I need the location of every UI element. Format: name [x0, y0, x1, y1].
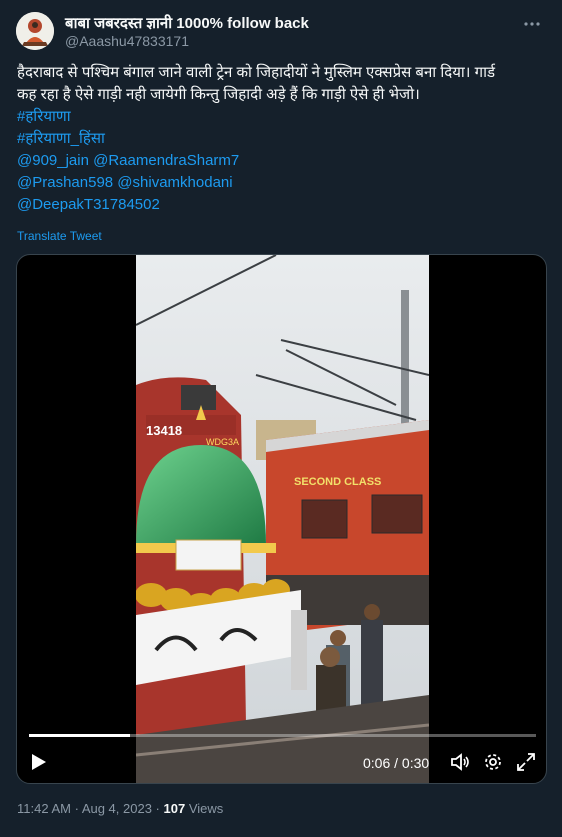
hashtag-link[interactable]: #हरियाणा_हिंसा	[17, 128, 547, 150]
avatar[interactable]	[16, 12, 54, 50]
tweet-text: हैदराबाद से पश्चिम बंगाल जाने वाली ट्रेन…	[17, 62, 547, 216]
volume-icon[interactable]	[449, 751, 471, 773]
user-handle[interactable]: @Aaashu47833171	[65, 33, 189, 49]
locomotive-class: WDG3A	[206, 437, 239, 447]
meta-separator: ·	[70, 801, 82, 816]
video-time: 0:06 / 0:30	[363, 755, 430, 771]
mention-link[interactable]: @RaamendraSharm7	[93, 152, 239, 169]
meta-separator: ·	[151, 801, 164, 816]
views-label: Views	[185, 801, 224, 816]
tweet-line: हैदराबाद से पश्चिम बंगाल जाने वाली ट्रेन…	[17, 64, 496, 81]
coach-label: SECOND CLASS	[294, 476, 381, 488]
tweet-meta: 11:42 AM · Aug 4, 2023 · 107 Views	[17, 801, 223, 816]
tweet-header: बाबा जबरदस्त ज्ञानी 1000% follow back @A…	[16, 10, 546, 54]
display-name[interactable]: बाबा जबरदस्त ज्ञानी 1000% follow back	[65, 13, 309, 33]
video-progress-fill	[29, 734, 131, 737]
mention-link[interactable]: @909_jain	[17, 152, 89, 169]
locomotive-number: 13418	[146, 423, 182, 438]
fullscreen-icon[interactable]	[515, 751, 537, 773]
hashtag-link[interactable]: #हरियाणा	[17, 106, 547, 128]
play-icon[interactable]	[29, 751, 49, 773]
tweet-time[interactable]: 11:42 AM	[17, 801, 71, 816]
tweet-date[interactable]: Aug 4, 2023	[82, 801, 152, 816]
mention-link[interactable]: @DeepakT31784502	[17, 196, 160, 213]
mention-link[interactable]: @shivamkhodani	[117, 174, 232, 191]
video-frame: SECOND CLASS 13418 WDG3A	[136, 255, 429, 783]
video-player[interactable]: SECOND CLASS 13418 WDG3A 0:06 / 0:30	[16, 254, 547, 784]
mention-link[interactable]: @Prashan598	[17, 174, 113, 191]
views-count: 107	[163, 801, 186, 816]
more-icon[interactable]	[522, 14, 542, 34]
translate-tweet-link[interactable]: Translate Tweet	[17, 229, 102, 243]
tweet-line: कह रहा है ऐसे गाड़ी नही जायेगी किन्तु जि…	[17, 86, 420, 103]
gear-icon[interactable]	[482, 751, 504, 773]
video-progress-bar[interactable]	[29, 734, 536, 737]
